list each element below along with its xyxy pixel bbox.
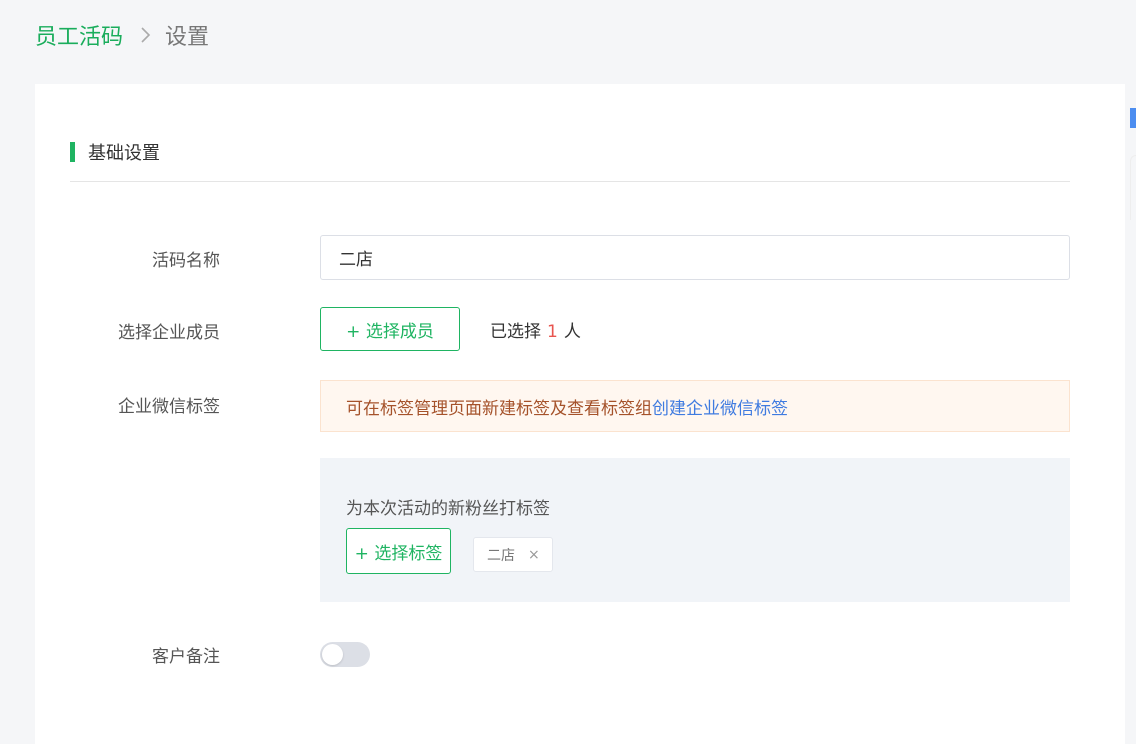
section-divider	[70, 181, 1070, 182]
tag-label: 企业微信标签	[118, 397, 220, 417]
tag-hint: 为本次活动的新粉丝打标签	[346, 499, 550, 519]
select-tag-button[interactable]: + 选择标签	[346, 528, 451, 574]
name-input[interactable]	[320, 235, 1070, 280]
select-member-button[interactable]: + 选择成员	[320, 307, 460, 351]
name-label: 活码名称	[152, 251, 220, 271]
selected-suffix: 人	[563, 322, 581, 342]
section-title: 基础设置	[88, 143, 160, 164]
side-panel-edge	[1130, 155, 1136, 220]
notice-text: 可在标签管理页面新建标签及查看标签组	[346, 398, 652, 419]
tag-panel: 为本次活动的新粉丝打标签 + 选择标签 二店 ×	[320, 458, 1070, 602]
breadcrumb-home[interactable]: 员工活码	[35, 19, 123, 51]
section-accent-bar	[70, 142, 75, 162]
selected-count: 已选择 1 人	[490, 317, 581, 342]
tag-chip: 二店 ×	[473, 537, 553, 572]
tag-notice: 可在标签管理页面新建标签及查看标签组 创建企业微信标签	[320, 380, 1070, 432]
selected-prefix: 已选择	[490, 322, 541, 342]
section-header: 基础设置	[70, 140, 160, 164]
tag-chip-label: 二店	[487, 547, 515, 564]
member-label: 选择企业成员	[118, 323, 220, 343]
toggle-knob	[322, 644, 343, 665]
selected-count-number: 1	[547, 322, 558, 342]
side-accent-bar	[1130, 108, 1136, 128]
remark-label: 客户备注	[152, 647, 220, 667]
settings-card: 基础设置 活码名称 选择企业成员 + 选择成员 已选择 1人 企业微信标签 可在标…	[35, 84, 1125, 744]
close-icon[interactable]: ×	[528, 547, 540, 563]
breadcrumb-current: 设置	[165, 25, 210, 50]
remark-toggle[interactable]	[320, 642, 370, 667]
create-tag-link[interactable]: 创建企业微信标签	[652, 394, 788, 419]
chevron-right-icon	[139, 26, 151, 44]
breadcrumb: 员工活码 设置	[35, 18, 209, 52]
